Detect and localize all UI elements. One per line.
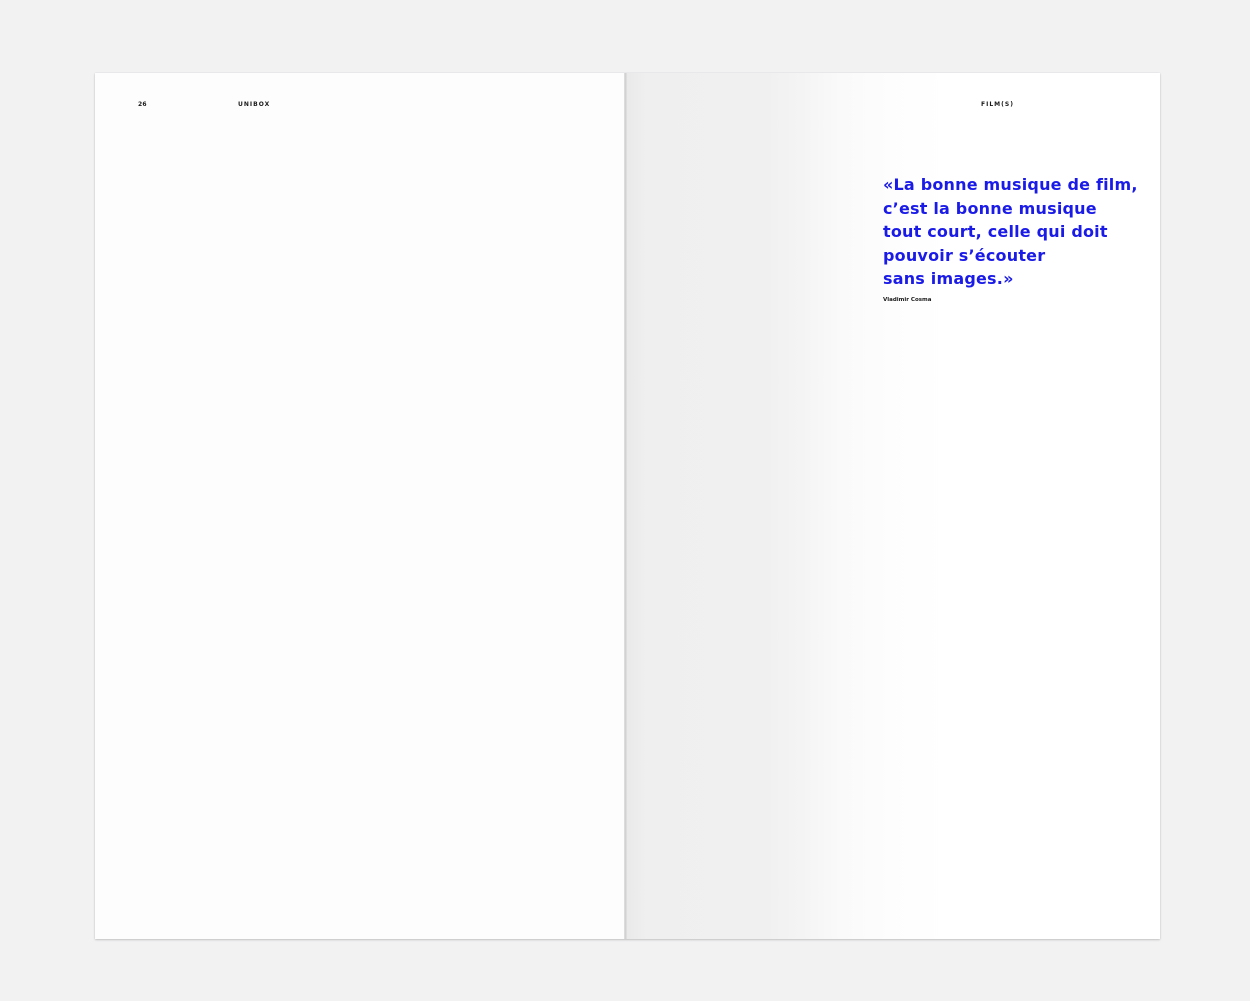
quote-line: pouvoir s’écouter	[883, 245, 1046, 265]
pull-quote: «La bonne musique de film, c’est la bonn…	[883, 173, 1153, 291]
book-gutter	[624, 73, 627, 939]
left-page: 26 UNIBOX	[95, 73, 626, 939]
quote-line: tout court, celle qui doit	[883, 222, 1108, 241]
quote-line: c’est la bonne musique	[883, 198, 1097, 218]
quote-line: «La bonne musique de film,	[883, 175, 1138, 194]
left-page-number: 26	[138, 101, 147, 108]
right-running-head: FILM(S)	[981, 101, 1014, 108]
quote-author: Vladimir Cosma	[883, 297, 932, 303]
quote-line: sans images.»	[883, 269, 1014, 288]
right-page: FILM(S) 27 «La bonne musique de film, c’…	[626, 73, 1160, 939]
left-running-head: UNIBOX	[238, 101, 271, 108]
book-spread: 26 UNIBOX FILM(S) 27 «La bonne musique d…	[95, 73, 1160, 939]
